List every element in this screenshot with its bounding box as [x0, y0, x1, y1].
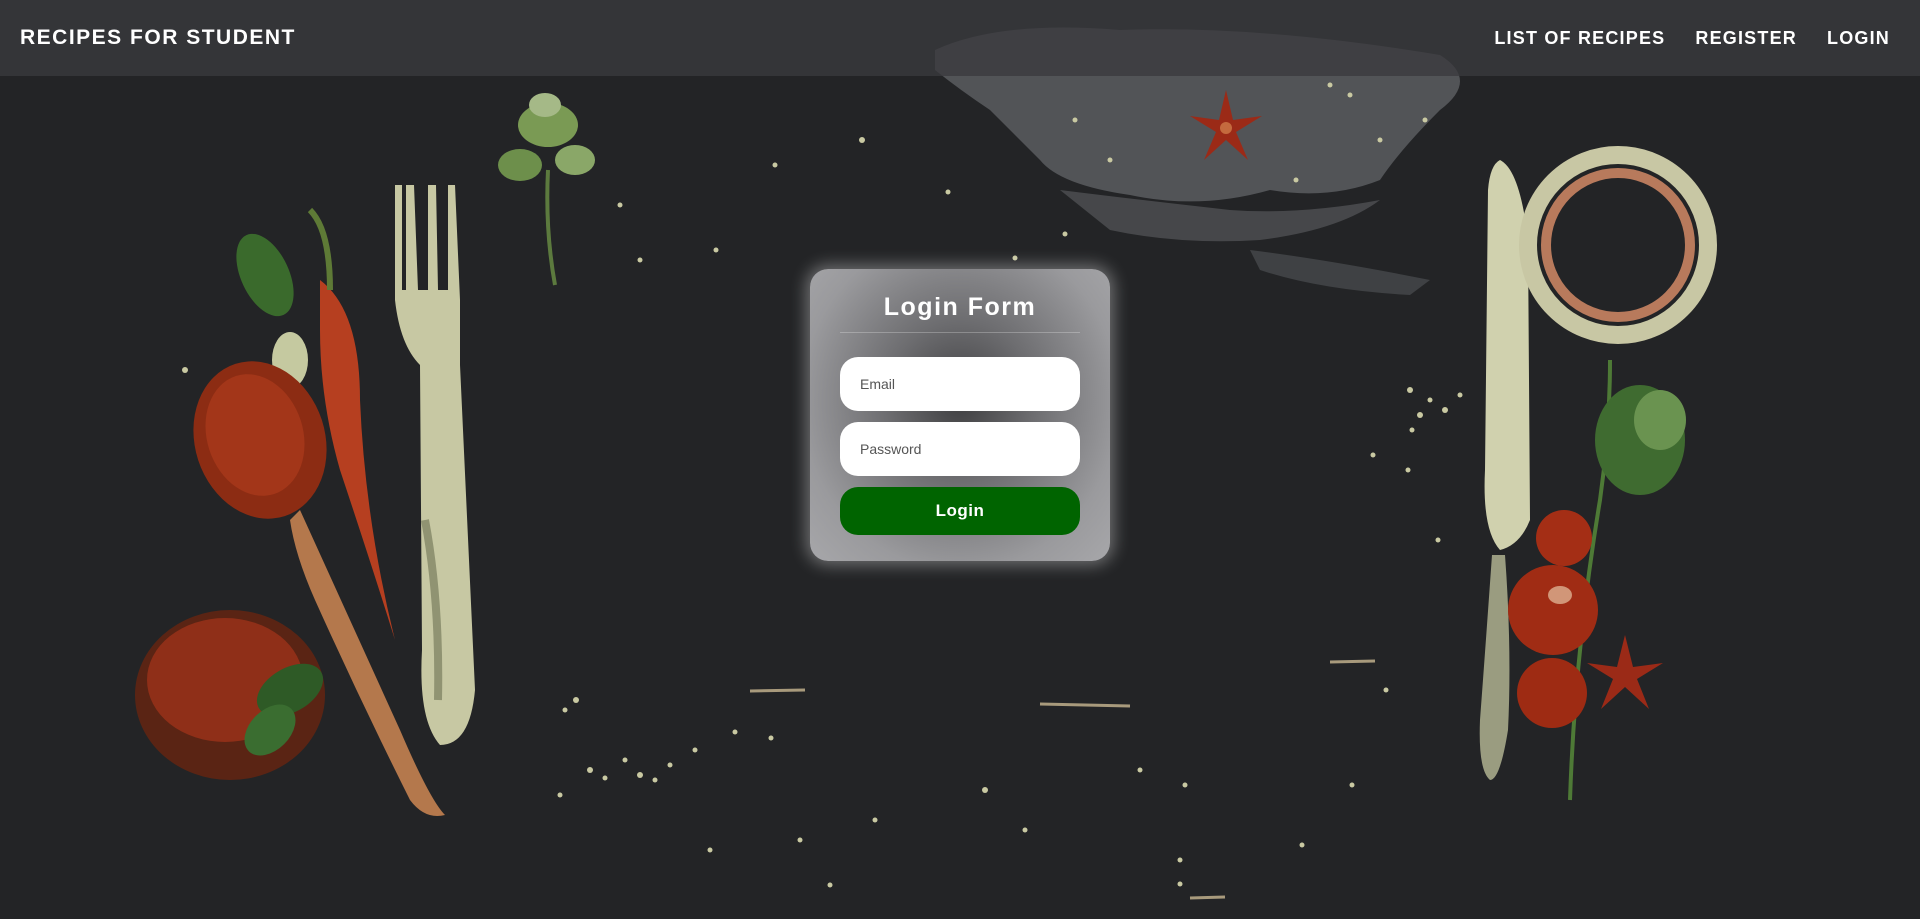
email-input[interactable]	[840, 357, 1080, 411]
tomato-illustration	[1508, 510, 1598, 728]
nav-link-list-of-recipes[interactable]: LIST OF RECIPES	[1494, 28, 1665, 49]
spice-bowl-illustration	[135, 610, 325, 780]
fork-illustration	[395, 185, 475, 745]
password-input[interactable]	[840, 422, 1080, 476]
nav-link-register[interactable]: REGISTER	[1695, 28, 1797, 49]
login-form-title: Login Form	[883, 293, 1037, 321]
onion-ring-illustration	[1519, 146, 1717, 344]
star-anise-illustration	[1587, 635, 1663, 709]
nav-links: LIST OF RECIPES REGISTER LOGIN	[1494, 28, 1890, 49]
top-navbar: RECIPES FOR STUDENT LIST OF RECIPES REGI…	[0, 0, 1920, 76]
nav-link-login[interactable]: LOGIN	[1827, 28, 1890, 49]
title-divider	[840, 332, 1080, 333]
streak-decoration	[749, 659, 1376, 900]
herb-illustration	[1568, 359, 1686, 801]
brand-logo-text[interactable]: RECIPES FOR STUDENT	[20, 26, 296, 50]
login-submit-button[interactable]: Login	[840, 487, 1080, 535]
page: RECIPES FOR STUDENT LIST OF RECIPES REGI…	[0, 0, 1920, 919]
herb-illustration	[498, 93, 595, 286]
login-form-card: Login Form Login	[810, 269, 1110, 561]
